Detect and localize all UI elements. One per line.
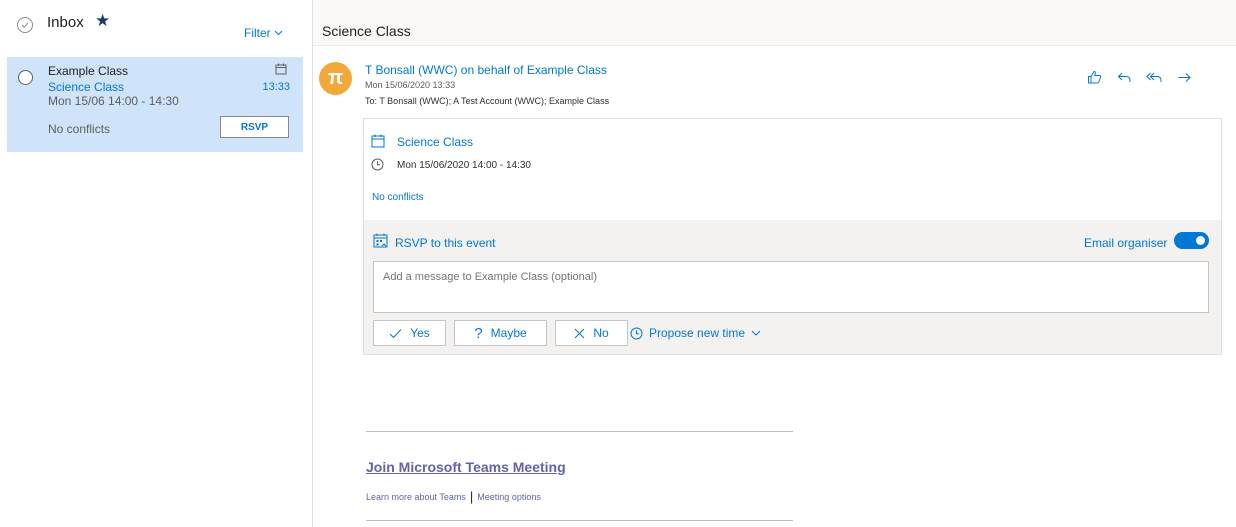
filter-label: Filter	[244, 26, 271, 40]
email-organiser-label: Email organiser	[1084, 236, 1168, 250]
sender-avatar[interactable]: π	[319, 62, 352, 95]
question-mark-icon: ?	[474, 324, 483, 342]
select-all-checkbox[interactable]	[17, 17, 33, 33]
calendar-icon	[275, 63, 287, 75]
message-select-radio[interactable]	[18, 70, 33, 85]
reply-all-icon	[1145, 72, 1161, 82]
divider-bottom	[366, 520, 793, 521]
propose-new-time-button[interactable]: Propose new time	[630, 320, 761, 346]
rsvp-title: RSVP to this event	[395, 236, 496, 250]
recipients: To: T Bonsall (WWC); A Test Account (WWC…	[365, 96, 610, 106]
message-sender: Example Class	[48, 64, 129, 78]
rsvp-message-input[interactable]	[373, 261, 1209, 313]
divider-top	[366, 431, 793, 432]
reading-pane-header: Science Class	[313, 0, 1236, 46]
tentative-label: Maybe	[490, 326, 527, 340]
email-organiser-toggle[interactable]	[1174, 232, 1209, 249]
message-conflicts: No conflicts	[48, 122, 111, 136]
conflicts-link[interactable]: No conflicts	[372, 192, 424, 203]
forward-button[interactable]	[1175, 68, 1193, 86]
accept-button[interactable]: Yes	[373, 320, 446, 346]
meeting-options-link[interactable]: Meeting options	[477, 492, 541, 502]
message-event-time: Mon 15/06 14:00 - 14:30	[48, 94, 179, 108]
like-button[interactable]	[1085, 68, 1103, 86]
check-icon	[21, 22, 29, 28]
message-actions	[1085, 68, 1193, 86]
message-list-item[interactable]: Example Class Science Class Mon 15/06 14…	[7, 57, 303, 152]
reply-all-button[interactable]	[1145, 68, 1163, 86]
clock-icon	[371, 158, 384, 171]
checkmark-icon	[389, 328, 402, 338]
calendar-icon	[371, 134, 385, 148]
forward-arrow-icon	[1178, 72, 1191, 82]
message-time: 13:33	[262, 81, 290, 93]
favorite-star-icon[interactable]: ★	[95, 11, 110, 31]
sender-name[interactable]: T Bonsall (WWC) on behalf of Example Cla…	[365, 63, 607, 77]
sent-date: Mon 15/06/2020 13:33	[365, 80, 456, 90]
reply-icon	[1117, 72, 1130, 82]
propose-label: Propose new time	[649, 326, 746, 340]
message-list-pane: Inbox ★ Filter Example Class Science Cla…	[0, 0, 313, 527]
calendar-reply-icon	[373, 233, 388, 248]
event-time: Mon 15/06/2020 14:00 - 14:30	[397, 160, 531, 171]
meeting-card: Science Class Mon 15/06/2020 14:00 - 14:…	[363, 118, 1222, 355]
folder-title: Inbox	[47, 14, 84, 31]
footer-separator: |	[469, 489, 474, 504]
teams-footer: Learn more about Teams | Meeting options	[366, 489, 541, 504]
filter-button[interactable]: Filter	[244, 26, 283, 40]
tentative-button[interactable]: ? Maybe	[454, 320, 547, 346]
accept-label: Yes	[410, 326, 430, 340]
learn-more-teams-link[interactable]: Learn more about Teams	[366, 492, 466, 502]
decline-button[interactable]: No	[555, 320, 628, 346]
close-icon	[574, 328, 585, 338]
chevron-down-icon	[751, 330, 761, 336]
event-title[interactable]: Science Class	[397, 135, 473, 149]
thumbs-up-icon	[1087, 70, 1101, 83]
message-subject: Science Class	[48, 80, 125, 94]
rsvp-button[interactable]: RSVP	[220, 116, 289, 138]
join-teams-meeting-link[interactable]: Join Microsoft Teams Meeting	[366, 459, 566, 475]
message-list-header: Inbox ★ Filter	[0, 0, 312, 46]
toggle-knob	[1196, 236, 1205, 245]
decline-label: No	[593, 326, 609, 340]
chevron-down-icon	[274, 30, 283, 36]
conversation-title: Science Class	[322, 23, 411, 39]
clock-icon	[630, 327, 643, 339]
reply-button[interactable]	[1115, 68, 1133, 86]
rsvp-section: RSVP to this event Email organiser Yes ?…	[364, 220, 1221, 354]
